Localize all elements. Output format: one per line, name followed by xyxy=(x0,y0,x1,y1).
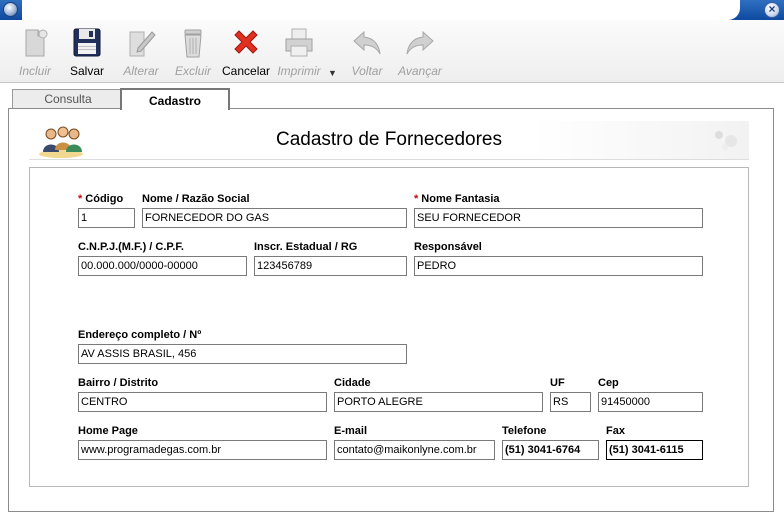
floppy-disk-icon xyxy=(73,28,101,57)
page-title: Cadastro de Fornecedores xyxy=(275,129,502,150)
incluir-button[interactable]: Incluir xyxy=(12,26,58,80)
inscr-estadual-input[interactable] xyxy=(254,256,407,276)
title-bar-background xyxy=(22,0,740,20)
title-bar: × xyxy=(0,0,784,20)
printer-icon xyxy=(285,28,313,57)
form-banner: Cadastro de Fornecedores xyxy=(29,121,749,160)
email-input[interactable] xyxy=(334,440,495,460)
responsavel-label: Responsável xyxy=(414,241,482,253)
edit-pencil-icon xyxy=(129,31,156,57)
form-area: *Código Nome / Razão Social *Nome Fantas… xyxy=(29,167,749,487)
imprimir-button[interactable]: Imprimir xyxy=(274,26,324,80)
voltar-button[interactable]: Voltar xyxy=(346,26,388,80)
excluir-button[interactable]: Excluir xyxy=(170,26,216,80)
uf-input[interactable] xyxy=(550,392,591,412)
app-menu-icon[interactable] xyxy=(3,2,18,17)
fax-label: Fax xyxy=(606,425,625,437)
cadastro-panel: Cadastro de Fornecedores *Código Nome / … xyxy=(8,108,774,512)
decorative-bubbles-icon xyxy=(715,131,737,150)
codigo-label: * Código xyxy=(78,193,124,205)
tab-cadastro[interactable]: Cadastro xyxy=(120,88,230,110)
new-document-icon xyxy=(25,29,48,57)
codigo-input[interactable] xyxy=(78,208,135,228)
imprimir-dropdown-arrow[interactable]: ▼ xyxy=(328,68,337,78)
tab-consulta[interactable]: Consulta xyxy=(12,89,124,109)
nome-fantasia-label: * Nome Fantasia xyxy=(414,193,500,205)
endereco-input[interactable] xyxy=(78,344,407,364)
red-x-icon xyxy=(234,30,258,54)
nome-razao-label: Nome / Razão Social xyxy=(142,193,250,205)
home-page-input[interactable] xyxy=(78,440,327,460)
cnpj-input[interactable] xyxy=(78,256,247,276)
nome-fantasia-input[interactable] xyxy=(414,208,703,228)
tab-container: Consulta Cadastro Cadastro de Fornecedor… xyxy=(8,88,776,514)
responsavel-input[interactable] xyxy=(414,256,703,276)
cidade-label: Cidade xyxy=(334,377,371,389)
toolbar: Incluir Salvar Alterar Excluir Cancelar … xyxy=(0,20,784,83)
cancelar-button[interactable]: Cancelar xyxy=(222,26,270,80)
salvar-button[interactable]: Salvar xyxy=(64,26,110,80)
avancar-button[interactable]: Avançar xyxy=(396,26,444,80)
email-label: E-mail xyxy=(334,425,368,437)
cnpj-label: C.N.P.J.(M.F.) / C.P.F. xyxy=(78,241,184,253)
nome-razao-input[interactable] xyxy=(142,208,407,228)
telefone-label: Telefone xyxy=(502,425,547,437)
close-button[interactable]: × xyxy=(764,2,780,18)
bairro-input[interactable] xyxy=(78,392,327,412)
trash-can-icon xyxy=(184,29,202,58)
cidade-input[interactable] xyxy=(334,392,543,412)
alterar-button[interactable]: Alterar xyxy=(118,26,164,80)
cep-input[interactable] xyxy=(598,392,703,412)
arrow-forward-icon xyxy=(406,30,434,55)
arrow-back-icon xyxy=(353,30,381,55)
cep-label: Cep xyxy=(598,377,619,389)
telefone-input[interactable] xyxy=(502,440,599,460)
home-page-label: Home Page xyxy=(78,425,138,437)
bairro-label: Bairro / Distrito xyxy=(78,377,159,389)
inscr-estadual-label: Inscr. Estadual / RG xyxy=(254,241,358,253)
fax-input[interactable] xyxy=(606,440,703,460)
uf-label: UF xyxy=(550,377,565,389)
endereco-label: Endereço completo / Nº xyxy=(78,329,202,341)
